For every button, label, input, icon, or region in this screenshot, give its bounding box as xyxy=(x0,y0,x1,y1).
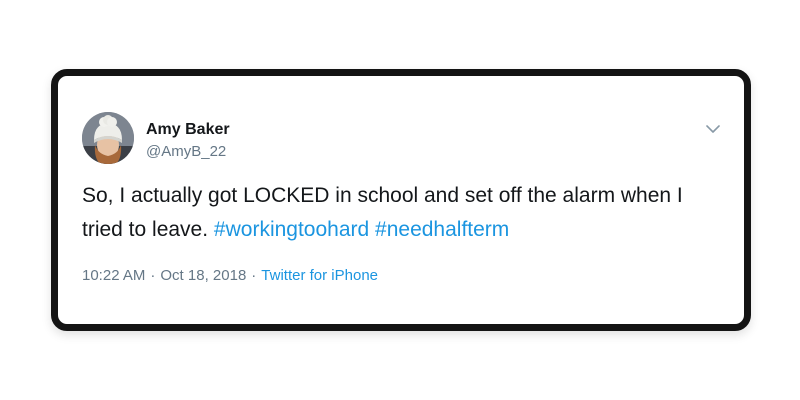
meta-separator: · xyxy=(251,267,257,284)
tweet-card: Amy Baker @AmyB_22 So, I actually got LO… xyxy=(51,69,751,331)
meta-separator: · xyxy=(150,267,156,284)
chevron-down-icon[interactable] xyxy=(704,122,722,136)
hashtag-link[interactable]: #needhalfterm xyxy=(375,218,509,241)
page: Amy Baker @AmyB_22 So, I actually got LO… xyxy=(0,0,800,400)
tweet-meta: 10:22 AM · Oct 18, 2018 · Twitter for iPhone xyxy=(82,266,378,286)
author-handle[interactable]: @AmyB_22 xyxy=(146,142,230,162)
tweet-text: So, I actually got LOCKED in school and … xyxy=(82,179,722,247)
tweet-source-link[interactable]: Twitter for iPhone xyxy=(261,267,378,284)
avatar[interactable] xyxy=(82,112,134,164)
hashtag-link[interactable]: #workingtoohard xyxy=(214,218,369,241)
author-block: Amy Baker @AmyB_22 xyxy=(146,120,230,162)
tweet-time[interactable]: 10:22 AM xyxy=(82,267,145,284)
avatar-image xyxy=(82,112,134,164)
author-name[interactable]: Amy Baker xyxy=(146,120,230,140)
tweet-date[interactable]: Oct 18, 2018 xyxy=(160,267,246,284)
